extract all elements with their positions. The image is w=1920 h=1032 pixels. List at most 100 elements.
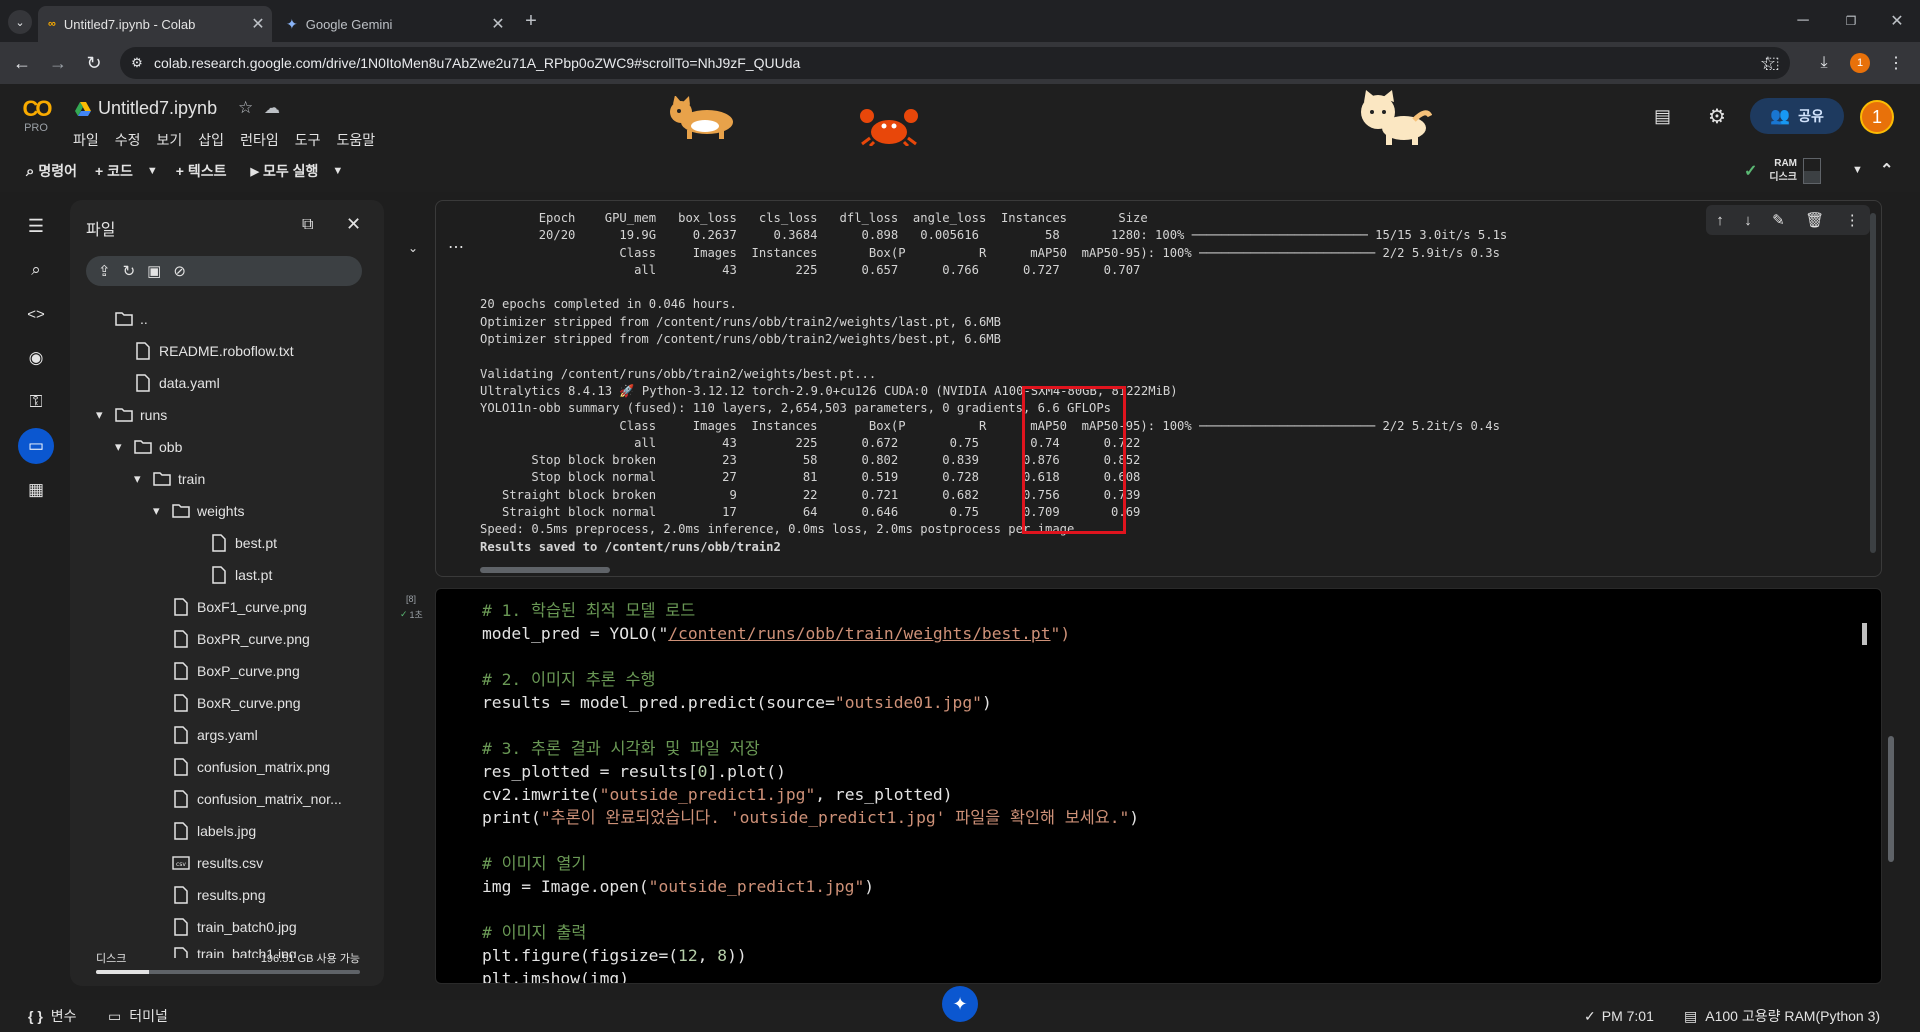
file-tree-item[interactable]: README.roboflow.txt xyxy=(133,338,294,364)
file-tree-item[interactable]: BoxPR_curve.png xyxy=(171,626,310,652)
code-number: 0 xyxy=(697,762,708,781)
terminal-button[interactable]: ▭ 터미널 xyxy=(108,1006,168,1026)
restore-icon[interactable]: ❐ xyxy=(1838,8,1864,34)
tab-colab[interactable]: ∞ Untitled7.ipynb - Colab ✕ xyxy=(38,6,272,42)
file-tree-item[interactable]: BoxP_curve.png xyxy=(171,658,300,684)
data-table-icon[interactable]: ▦ xyxy=(18,472,54,508)
secrets-eye-icon[interactable]: ◉ xyxy=(18,340,54,376)
new-tab-icon[interactable]: + xyxy=(518,8,544,34)
file-tree-item[interactable]: csv results.csv xyxy=(171,850,263,876)
add-code-button[interactable]: + 코드 xyxy=(89,155,139,187)
share-button[interactable]: 👥 공유 xyxy=(1750,98,1844,134)
file-tree-item[interactable]: .. xyxy=(96,306,148,332)
minimize-icon[interactable]: ─ xyxy=(1790,8,1816,34)
execution-status[interactable]: ✓ PM 7:01 xyxy=(1584,1008,1654,1025)
delete-icon[interactable]: 🗑 xyxy=(1805,211,1824,229)
tab-gemini[interactable]: ✦ Google Gemini ✕ xyxy=(276,6,512,42)
file-tree-item[interactable]: data.yaml xyxy=(133,370,220,396)
vertical-scrollbar[interactable] xyxy=(1870,213,1876,553)
collapse-output-icon[interactable]: ⌄ xyxy=(408,241,418,255)
horizontal-scrollbar[interactable] xyxy=(480,567,610,573)
menu-insert[interactable]: 삽입 xyxy=(198,130,224,150)
move-down-icon[interactable]: ↓ xyxy=(1744,212,1752,229)
expand-panel-icon[interactable]: ⧉ xyxy=(302,216,313,234)
reload-icon[interactable]: ↻ xyxy=(82,51,106,75)
add-text-button[interactable]: + 텍스트 xyxy=(170,155,233,187)
file-tree-item[interactable]: last.pt xyxy=(209,562,272,588)
notebook-title[interactable]: Untitled7.ipynb xyxy=(98,98,217,119)
chevron-down-icon[interactable]: ▼ xyxy=(332,165,343,177)
menu-file[interactable]: 파일 xyxy=(73,130,99,150)
code-editor[interactable]: # 1. 학습된 최적 모델 로드 model_pred = YOLO("/co… xyxy=(482,599,1139,983)
menu-view[interactable]: 보기 xyxy=(157,130,183,150)
runtime-info[interactable]: ▤ A100 고용량 RAM(Python 3) xyxy=(1684,1006,1880,1026)
file-tree-item[interactable]: labels.jpg xyxy=(171,818,256,844)
close-panel-icon[interactable]: ✕ xyxy=(346,214,361,235)
chevron-down-icon[interactable]: ▾ xyxy=(153,503,171,519)
move-up-icon[interactable]: ↑ xyxy=(1716,212,1724,229)
file-tree-item[interactable]: ▾ runs xyxy=(96,402,167,428)
file-tree-item[interactable]: results.png xyxy=(171,882,265,908)
site-info-icon[interactable]: ⚙ xyxy=(120,55,154,71)
file-tree-item[interactable]: train_batch0.jpg xyxy=(171,914,297,940)
comments-icon[interactable]: ▤ xyxy=(1654,106,1671,127)
upload-icon[interactable]: ⇪ xyxy=(98,262,111,280)
variables-button[interactable]: { } 변수 xyxy=(28,1006,77,1026)
chevron-down-icon[interactable]: ▼ xyxy=(1852,164,1863,176)
cloud-sync-icon[interactable]: ☁ xyxy=(264,98,280,118)
code-cell[interactable]: # 1. 학습된 최적 모델 로드 model_pred = YOLO("/co… xyxy=(435,588,1882,984)
file-tree-item[interactable]: confusion_matrix_nor... xyxy=(171,786,342,812)
code-path-link[interactable]: /content/runs/obb/train/weights/best.pt xyxy=(668,624,1050,643)
browser-menu-icon[interactable]: ⋮ xyxy=(1884,51,1908,75)
chevron-down-icon[interactable]: ▼ xyxy=(147,165,158,177)
star-icon[interactable]: ☆ xyxy=(238,98,253,118)
refresh-icon[interactable]: ↻ xyxy=(123,262,136,280)
tab-search-icon[interactable]: ⌄ xyxy=(8,10,32,34)
file-tree-item[interactable]: BoxF1_curve.png xyxy=(171,594,307,620)
resource-monitor[interactable]: ✓ RAM 디스크 xyxy=(1744,154,1844,188)
run-all-button[interactable]: ▶ 모두 실행 xyxy=(244,155,324,187)
chevron-down-icon[interactable]: ▾ xyxy=(115,439,133,455)
file-tree-item[interactable]: ▾ train xyxy=(134,466,205,492)
gemini-button[interactable]: ✦ xyxy=(942,986,978,1022)
menu-edit[interactable]: 수정 xyxy=(115,130,141,150)
file-tree-item[interactable]: ▾ obb xyxy=(115,434,182,460)
url-field[interactable]: ⚙ colab.research.google.com/drive/1N0Ito… xyxy=(120,47,1790,79)
close-tab-icon[interactable]: ✕ xyxy=(244,10,272,38)
cell-more-icon[interactable]: ⋮ xyxy=(1845,211,1860,229)
file-tree-item[interactable]: ▾ weights xyxy=(153,498,244,524)
output-menu-icon[interactable]: ⋯ xyxy=(448,237,464,257)
file-tree-item[interactable]: BoxR_curve.png xyxy=(171,690,301,716)
extensions-icon[interactable]: ⬚ xyxy=(1760,51,1784,75)
downloads-icon[interactable]: ⤓ xyxy=(1812,51,1836,75)
new-folder-icon[interactable]: ▣ xyxy=(147,262,161,280)
edit-pencil-icon[interactable]: ✎ xyxy=(1772,211,1785,229)
file-tree-item[interactable]: best.pt xyxy=(209,530,277,556)
menu-runtime[interactable]: 런타임 xyxy=(240,130,279,150)
menu-help[interactable]: 도움말 xyxy=(336,130,375,150)
terminal-icon: ▭ xyxy=(108,1007,122,1024)
hide-files-icon[interactable]: ⊘ xyxy=(173,262,186,280)
forward-icon[interactable]: → xyxy=(46,51,70,75)
back-icon[interactable]: ← xyxy=(10,51,34,75)
page-scrollbar[interactable] xyxy=(1888,736,1894,862)
find-replace-icon[interactable]: ⌕ xyxy=(18,252,54,288)
file-tree-item[interactable]: confusion_matrix.png xyxy=(171,754,330,780)
close-tab-icon[interactable]: ✕ xyxy=(484,10,512,38)
files-folder-icon[interactable]: ▭ xyxy=(18,428,54,464)
menu-tools[interactable]: 도구 xyxy=(295,130,321,150)
code-snippets-icon[interactable]: <> xyxy=(18,296,54,332)
toc-icon[interactable]: ☰ xyxy=(18,208,54,244)
collapse-header-icon[interactable]: ⌃ xyxy=(1880,160,1893,180)
chevron-down-icon[interactable]: ▾ xyxy=(96,407,114,423)
profile-badge[interactable]: 1 xyxy=(1850,53,1870,73)
key-icon[interactable]: ⚿ xyxy=(18,384,54,420)
command-palette-button[interactable]: ⌕ 명령어 xyxy=(20,155,83,187)
colab-logo[interactable]: CO PRO xyxy=(16,96,56,134)
avatar[interactable]: 1 xyxy=(1860,100,1894,134)
close-window-icon[interactable]: ✕ xyxy=(1884,8,1910,34)
chevron-down-icon[interactable]: ▾ xyxy=(134,471,152,487)
file-tree-item[interactable]: args.yaml xyxy=(171,722,258,748)
settings-gear-icon[interactable]: ⚙ xyxy=(1708,104,1726,129)
file-name: confusion_matrix_nor... xyxy=(197,791,342,807)
